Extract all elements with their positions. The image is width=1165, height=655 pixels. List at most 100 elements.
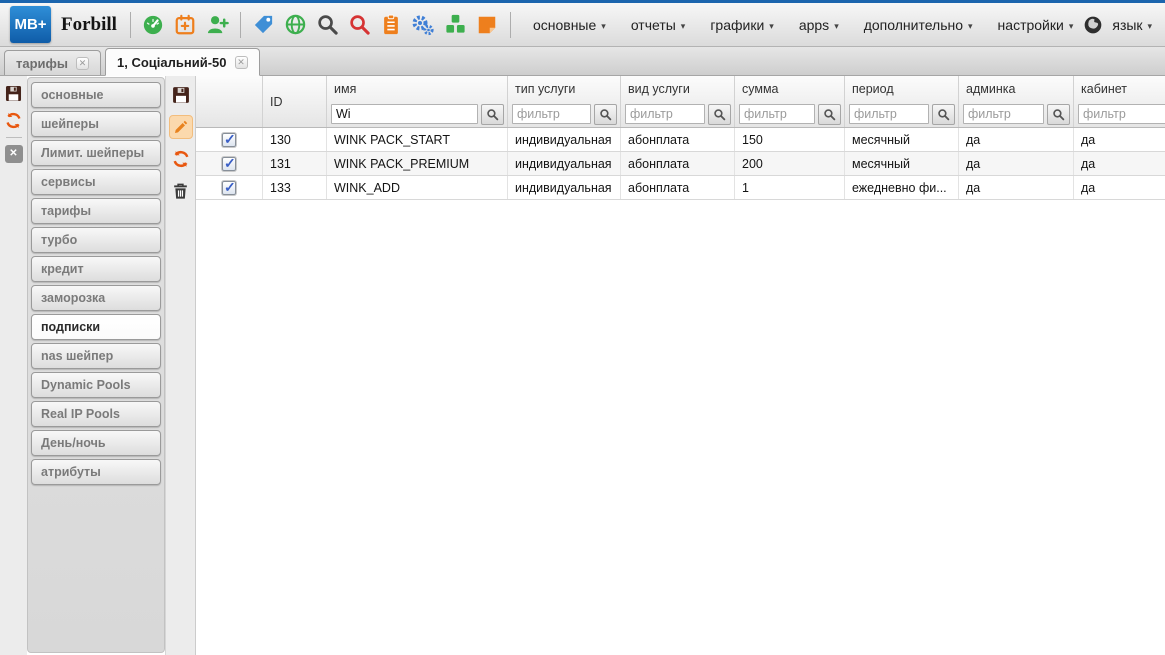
divider: [6, 137, 22, 138]
tasks-icon[interactable]: [379, 12, 404, 37]
save-icon[interactable]: [4, 83, 24, 103]
column-name[interactable]: имя: [327, 76, 508, 127]
close-icon[interactable]: [5, 145, 23, 163]
sidebar-item-tarify[interactable]: тарифы: [31, 198, 161, 224]
row-checkbox[interactable]: [222, 181, 236, 195]
refresh-icon[interactable]: [169, 147, 193, 171]
menu-apps[interactable]: apps: [799, 17, 839, 33]
cabinet-cell: да: [1074, 152, 1165, 175]
id-cell: 133: [263, 176, 327, 199]
search-filter-button[interactable]: [1047, 104, 1070, 125]
cabinet-filter-input[interactable]: [1078, 104, 1165, 124]
tab-close-icon[interactable]: [235, 56, 248, 69]
sidebar-item-limit-sheypery[interactable]: Лимит. шейперы: [31, 140, 161, 166]
column-name-label: имя: [327, 76, 507, 102]
service-type-cell: индивидуальная: [508, 176, 621, 199]
column-cabinet[interactable]: кабинет: [1074, 76, 1165, 127]
id-cell: 131: [263, 152, 327, 175]
name-filter-input[interactable]: [331, 104, 478, 124]
search-advanced-icon[interactable]: [347, 12, 372, 37]
tab-tarify[interactable]: тарифы: [4, 50, 101, 75]
admin-filter-input[interactable]: [963, 104, 1044, 124]
column-sum[interactable]: сумма: [735, 76, 845, 127]
column-service-type[interactable]: тип услуги: [508, 76, 621, 127]
tab-socialniy-50[interactable]: 1, Соціальний-50: [105, 48, 260, 76]
row-checkbox[interactable]: [222, 157, 236, 171]
column-id[interactable]: ID: [263, 76, 327, 127]
column-sum-label: сумма: [735, 76, 844, 102]
table-row[interactable]: 130 WINK PACK_START индивидуальная абонп…: [196, 128, 1165, 152]
name-cell: WINK PACK_START: [327, 128, 508, 151]
service-type-filter-input[interactable]: [512, 104, 591, 124]
search-filter-button[interactable]: [594, 104, 617, 125]
search-filter-button[interactable]: [818, 104, 841, 125]
sum-cell: 150: [735, 128, 845, 151]
globe-icon[interactable]: [283, 12, 308, 37]
table-row[interactable]: 133 WINK_ADD индивидуальная абонплата 1 …: [196, 176, 1165, 200]
tag-icon[interactable]: [251, 12, 276, 37]
menu-otchety[interactable]: отчеты: [631, 17, 686, 33]
service-type-cell: индивидуальная: [508, 128, 621, 151]
sum-filter-input[interactable]: [739, 104, 815, 124]
cabinet-cell: да: [1074, 176, 1165, 199]
sidebar-item-nas-sheyper[interactable]: nas шейпер: [31, 343, 161, 369]
service-kind-cell: абонплата: [621, 152, 735, 175]
column-service-kind[interactable]: вид услуги: [621, 76, 735, 127]
grid-area: ID имя тип услуги: [196, 76, 1165, 655]
sidebar-item-sheypery[interactable]: шейперы: [31, 111, 161, 137]
admin-cell: да: [959, 128, 1074, 151]
sidebar-item-kredit[interactable]: кредит: [31, 256, 161, 282]
row-checkbox[interactable]: [222, 133, 236, 147]
search-filter-button[interactable]: [481, 104, 504, 125]
sidebar-item-dynamic-pools[interactable]: Dynamic Pools: [31, 372, 161, 398]
tabbar: тарифы 1, Соціальний-50: [0, 47, 1165, 76]
search-icon[interactable]: [315, 12, 340, 37]
menu-nastroyki[interactable]: настройки: [998, 17, 1074, 33]
edit-icon[interactable]: [169, 115, 193, 139]
content: основные шейперы Лимит. шейперы сервисы …: [0, 76, 1165, 655]
refresh-icon[interactable]: [4, 110, 24, 130]
service-kind-cell: абонплата: [621, 128, 735, 151]
sidebar-item-real-ip-pools[interactable]: Real IP Pools: [31, 401, 161, 427]
sidebar-item-podpiski[interactable]: подписки: [31, 314, 161, 340]
period-filter-input[interactable]: [849, 104, 929, 124]
period-cell: месячный: [845, 128, 959, 151]
sidebar-item-servisy[interactable]: сервисы: [31, 169, 161, 195]
sidebar-item-osnovnye[interactable]: основные: [31, 82, 161, 108]
table-row[interactable]: 131 WINK PACK_PREMIUM индивидуальная або…: [196, 152, 1165, 176]
topbar-right: язык: [1080, 12, 1165, 37]
sidebar-item-atributy[interactable]: атрибуты: [31, 459, 161, 485]
name-cell: WINK PACK_PREMIUM: [327, 152, 508, 175]
column-admin[interactable]: админка: [959, 76, 1074, 127]
service-kind-filter-input[interactable]: [625, 104, 705, 124]
note-icon[interactable]: [475, 12, 500, 37]
column-service-kind-label: вид услуги: [621, 76, 734, 102]
services-table: ID имя тип услуги: [196, 76, 1165, 655]
tab-close-icon[interactable]: [76, 57, 89, 70]
grid-empty-area: [196, 200, 1165, 655]
dashboard-icon[interactable]: [141, 12, 166, 37]
sidebar-item-turbo[interactable]: турбо: [31, 227, 161, 253]
menu-grafiki[interactable]: графики: [710, 17, 774, 33]
column-period[interactable]: период: [845, 76, 959, 127]
search-filter-button[interactable]: [708, 104, 731, 125]
sidebar-item-den-noch[interactable]: День/ночь: [31, 430, 161, 456]
sidebar-item-zamorozka[interactable]: заморозка: [31, 285, 161, 311]
language-globe-icon[interactable]: [1080, 12, 1105, 37]
search-filter-button[interactable]: [932, 104, 955, 125]
language-menu[interactable]: язык: [1112, 17, 1152, 33]
row-select-cell: [196, 176, 263, 199]
delete-icon[interactable]: [169, 179, 193, 203]
app-logo[interactable]: MB+: [10, 6, 51, 43]
sidebar: основные шейперы Лимит. шейперы сервисы …: [27, 77, 165, 653]
divider: [130, 12, 131, 38]
menu-dopolnitelno[interactable]: дополнительно: [864, 17, 973, 33]
modules-icon[interactable]: [443, 12, 468, 37]
user-add-icon[interactable]: [205, 12, 230, 37]
save-icon[interactable]: [169, 83, 193, 107]
calendar-add-icon[interactable]: [173, 12, 198, 37]
main-menu: основные отчеты графики apps дополнитель…: [533, 17, 1073, 33]
gears-icon[interactable]: [411, 12, 436, 37]
menu-osnovnye[interactable]: основные: [533, 17, 606, 33]
column-id-label: ID: [263, 95, 326, 109]
